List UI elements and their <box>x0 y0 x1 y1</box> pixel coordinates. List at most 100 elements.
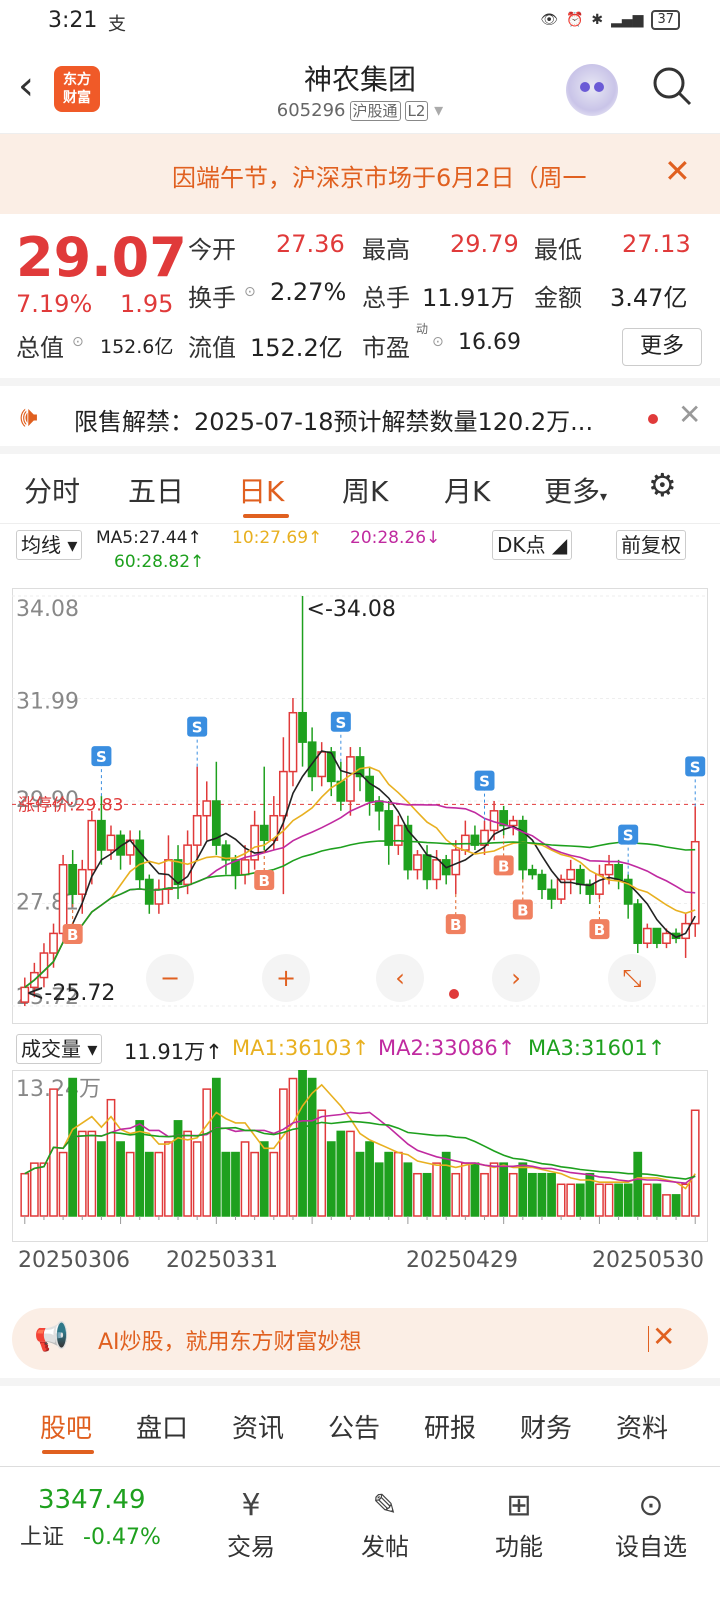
ma-select[interactable]: 均线 ▾ <box>16 530 83 560</box>
ma5-value: MA5:27.44↑ <box>96 528 202 548</box>
volume-bar <box>39 1162 49 1217</box>
info-icon[interactable]: ⊙ <box>244 284 256 300</box>
candle <box>106 834 116 851</box>
holiday-notice[interactable]: 因端午节，沪深京市场于6月2日（周一 ✕ <box>0 134 720 214</box>
eye-icon: 👁 <box>540 12 558 28</box>
ma-line <box>24 766 696 989</box>
date-axis: 20250306 20250331 20250429 20250530 <box>0 1244 720 1280</box>
volume-bar <box>307 1077 317 1217</box>
buy-marker-label: B <box>498 857 509 875</box>
info-icon[interactable]: ⊙ <box>72 334 84 350</box>
dk-select[interactable]: DK点 ◢ <box>492 530 573 560</box>
candle <box>87 819 97 871</box>
low-label: 最低 <box>534 236 582 264</box>
battery-icon: 37 <box>651 10 680 30</box>
volume-bar <box>633 1151 643 1217</box>
y-tick-label: 34.08 <box>16 597 79 622</box>
volume-select[interactable]: 成交量 ▾ <box>16 1034 103 1064</box>
candle <box>422 854 432 881</box>
tab-research[interactable]: 研报 <box>424 1408 476 1445</box>
tab-five-day[interactable]: 五日 <box>128 470 184 510</box>
candle <box>537 873 547 891</box>
volume-bar <box>547 1172 556 1217</box>
buy-marker-label: B <box>259 872 270 890</box>
trade-button[interactable]: ¥ 交易 <box>206 1485 296 1562</box>
robot-avatar-icon[interactable] <box>566 64 618 116</box>
volume-bar <box>231 1151 240 1217</box>
tab-announcements[interactable]: 公告 <box>328 1408 380 1445</box>
post-button[interactable]: ✎ 发帖 <box>340 1485 430 1562</box>
volume-bar <box>575 1183 585 1217</box>
unread-dot <box>648 414 658 424</box>
caret-down-icon: ▾ <box>600 489 608 505</box>
sell-marker-label: S <box>690 758 701 776</box>
stock-header: ‹ 东方 财富 神农集团 605296 沪股通 L2 ▾ <box>0 44 720 134</box>
volume-bar <box>164 1141 173 1217</box>
min-price-note: <-25.72 <box>26 981 115 1006</box>
candle <box>566 868 576 881</box>
volume-bar <box>460 1162 470 1217</box>
volume-bar <box>259 1141 269 1217</box>
volume-bar <box>250 1151 260 1217</box>
tab-more[interactable]: 更多▾ <box>544 470 607 510</box>
turnover-value: 2.27% <box>270 278 347 306</box>
tab-finance[interactable]: 财务 <box>520 1408 572 1445</box>
ma-legend: 均线 ▾ MA5:27.44↑ 10:27.69↑ 20:28.26↓ 60:2… <box>0 528 720 580</box>
index-widget[interactable]: 3347.49 上证 -0.47% <box>20 1485 190 1551</box>
tab-news[interactable]: 资讯 <box>232 1408 284 1445</box>
amount-label: 金额 <box>534 284 582 312</box>
candle <box>508 819 518 827</box>
ai-banner[interactable]: 📢 AI炒股，就用东方财富妙想 ✕ <box>12 1308 708 1370</box>
tab-monthly-k[interactable]: 月K <box>444 470 490 510</box>
volume-bar <box>355 1151 365 1217</box>
functions-button[interactable]: ⊞ 功能 <box>474 1485 564 1562</box>
ma60-value: 60:28.82↑ <box>114 552 205 572</box>
low-value: 27.13 <box>622 230 691 258</box>
candle <box>135 839 145 881</box>
speaker-icon: 🕪 <box>20 400 38 433</box>
add-watchlist-button[interactable]: ⊙ 设自选 <box>606 1485 696 1562</box>
tab-intraday[interactable]: 分时 <box>24 470 80 510</box>
ai-banner-text: AI炒股，就用东方财富妙想 <box>98 1330 362 1355</box>
info-icon[interactable]: ⊙ <box>432 334 444 350</box>
tab-daily-k[interactable]: 日K <box>238 470 284 510</box>
volume-bar <box>211 1077 221 1217</box>
ma-select-label: 均线 <box>21 533 61 557</box>
megaphone-icon: 📢 <box>34 1320 69 1353</box>
volume-bar <box>58 1151 68 1217</box>
volume-bar <box>451 1172 461 1217</box>
tab-forum[interactable]: 股吧 <box>40 1408 92 1445</box>
float-value: 152.2亿 <box>250 334 343 362</box>
tab-orderbook[interactable]: 盘口 <box>136 1408 188 1445</box>
kline-chart[interactable]: 34.0831.9929.9027.8125.72涨停价:29.83<-34.0… <box>12 588 708 1024</box>
volume-bar <box>365 1141 374 1217</box>
gear-icon[interactable]: ⚙ <box>648 466 677 504</box>
volume-bar <box>508 1172 518 1217</box>
sell-marker-label: S <box>479 773 490 791</box>
candle <box>192 814 202 846</box>
tab-weekly-k[interactable]: 周K <box>342 470 388 510</box>
volume-bar <box>642 1183 652 1217</box>
adjust-select[interactable]: 前复权 <box>616 530 686 560</box>
add-watchlist-label: 设自选 <box>615 1533 687 1561</box>
volume-chart[interactable]: 13.24万 <box>12 1070 708 1242</box>
volume-bar <box>403 1162 413 1217</box>
unlock-notice[interactable]: 🕪 限售解禁：2025-07-18预计解禁数量120.2万... ✕ <box>0 378 720 454</box>
close-icon[interactable]: ✕ <box>678 398 701 431</box>
candle <box>432 859 442 881</box>
candle <box>681 922 691 940</box>
volume-bar <box>422 1172 432 1217</box>
close-icon[interactable]: ✕ <box>652 1320 675 1353</box>
close-icon[interactable]: ✕ <box>664 152 691 190</box>
candle <box>384 810 394 846</box>
search-icon[interactable] <box>652 66 692 106</box>
more-button[interactable]: 更多 <box>622 328 702 366</box>
status-icons: 👁 ⏰ ✱ ▂▄▆ 37 <box>540 10 680 30</box>
buy-marker-label: B <box>517 901 528 919</box>
status-bar: 3:21 支 👁 ⏰ ✱ ▂▄▆ 37 <box>0 0 720 44</box>
ma10-value: 10:27.69↑ <box>232 528 323 548</box>
volume-bar <box>556 1183 566 1217</box>
volume-bar <box>326 1141 336 1217</box>
tab-profile[interactable]: 资料 <box>616 1408 668 1445</box>
sell-marker-label: S <box>623 827 634 845</box>
